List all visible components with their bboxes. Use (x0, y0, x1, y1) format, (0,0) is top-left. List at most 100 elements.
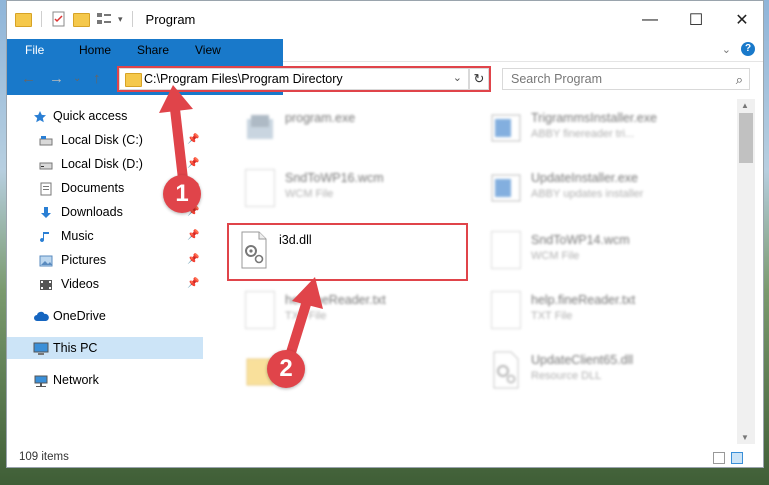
navigation-pane: Quick access Local Disk (C:) 📌 Local Dis… (7, 101, 203, 441)
dll-gear-icon (493, 351, 519, 389)
sidebar-item-label: Local Disk (C:) (61, 133, 143, 147)
pin-icon[interactable]: 📌 (187, 225, 199, 247)
documents-icon (39, 181, 53, 196)
file-type: TXT File (531, 310, 573, 322)
status-bar: 109 items (7, 447, 763, 467)
sidebar-item-music[interactable]: Music 📌 (7, 225, 203, 247)
sidebar-item-local-disk-d[interactable]: Local Disk (D:) 📌 (7, 153, 203, 175)
pictures-icon (39, 253, 53, 267)
sidebar-item-local-disk-c[interactable]: Local Disk (C:) 📌 (7, 129, 203, 151)
file-item-sndtowp14[interactable]: SndToWP14.wcm WCM File (483, 225, 723, 281)
file-item-update-installer[interactable]: UpdateInstaller.exe ABBY updates install… (483, 163, 723, 219)
file-item-program-exe[interactable]: program.exe (237, 103, 477, 159)
computer-icon (33, 341, 49, 355)
tab-home[interactable]: Home (65, 39, 125, 61)
up-arrow-icon[interactable]: ↑ (93, 70, 101, 87)
divider (131, 11, 133, 27)
close-button[interactable]: ✕ (719, 1, 763, 39)
pin-icon[interactable]: 📌 (187, 273, 199, 295)
divider (41, 11, 42, 27)
file-item-updateclient65[interactable]: UpdateClient65.dll Resource DLL (483, 345, 723, 401)
network-icon (33, 373, 48, 387)
file-item-sndtowp16[interactable]: SndToWP16.wcm WCM File (237, 163, 477, 219)
forward-arrow-icon[interactable]: → (49, 70, 64, 87)
drive-icon (39, 157, 53, 171)
document-icon (245, 169, 275, 207)
explorer-window: ▾ Program — ☐ ✕ File Home Share View ⌄ ?… (6, 0, 764, 468)
sidebar-item-network[interactable]: Network (7, 369, 203, 391)
sidebar-item-videos[interactable]: Videos 📌 (7, 273, 203, 295)
sidebar-item-label: Local Disk (D:) (61, 157, 143, 171)
step-badge-1: 1 (163, 175, 201, 213)
file-name: help.fineReader.txt (531, 293, 636, 307)
properties-icon[interactable] (51, 11, 67, 27)
file-item-helpfinereader[interactable]: helpfineReader.txt TXT File (237, 285, 477, 341)
file-name: UpdateInstaller.exe (531, 171, 639, 185)
document-icon (245, 291, 275, 329)
pin-icon[interactable]: 📌 (187, 153, 199, 175)
file-type: WCM File (531, 250, 580, 262)
back-arrow-icon[interactable]: ← (21, 70, 36, 87)
title-bar: ▾ Program — ☐ ✕ (7, 1, 763, 39)
file-highlight-box (227, 223, 468, 281)
window-title: Program (145, 11, 196, 27)
file-name: UpdateClient65.dll (531, 353, 634, 367)
file-type: WCM File (285, 188, 334, 200)
details-view-icon[interactable] (713, 452, 725, 464)
installer-icon (491, 174, 521, 202)
ribbon-right: ⌄ ? (722, 42, 755, 56)
quick-access-toolbar: ▾ Program (15, 11, 195, 27)
vertical-scrollbar[interactable]: ▲ ▼ (737, 99, 755, 444)
sidebar-item-label: Documents (61, 181, 125, 195)
pin-icon[interactable]: 📌 (187, 129, 199, 151)
sidebar-item-label: Network (53, 373, 99, 387)
new-folder-icon[interactable] (73, 13, 90, 27)
document-icon (491, 231, 521, 269)
recent-locations-chevron-icon[interactable]: ⌄ (73, 73, 81, 84)
search-input[interactable] (509, 71, 723, 87)
file-name: SndToWP16.wcm (285, 171, 384, 185)
search-box[interactable]: ⌕ (502, 68, 750, 90)
videos-icon (39, 277, 53, 291)
item-count: 109 items (19, 451, 69, 463)
pin-icon[interactable]: 📌 (187, 249, 199, 271)
search-icon[interactable]: ⌕ (736, 72, 743, 88)
file-name: TrigrammsInstaller.exe (531, 111, 657, 125)
sidebar-item-onedrive[interactable]: OneDrive (7, 305, 203, 327)
file-type: TXT File (285, 310, 327, 322)
file-type: ABBY finereader tri... (531, 128, 635, 140)
tab-share[interactable]: Share (123, 39, 183, 61)
exe-icon (247, 115, 273, 139)
sidebar-item-label: Quick access (53, 109, 128, 123)
expand-ribbon-icon[interactable]: ⌄ (722, 43, 731, 56)
file-name: SndToWP14.wcm (531, 233, 630, 247)
maximize-button[interactable]: ☐ (673, 1, 719, 39)
document-icon (491, 291, 521, 329)
file-item-help-finereader[interactable]: help.fineReader.txt TXT File (483, 285, 723, 341)
file-item-trigramms-installer[interactable]: TrigrammsInstaller.exe ABBY finereader t… (483, 103, 723, 159)
sidebar-item-label: Videos (61, 277, 99, 291)
folder-icon (15, 13, 32, 27)
music-icon (39, 229, 53, 243)
sidebar-item-label: Music (61, 229, 94, 243)
large-icons-view-icon[interactable] (731, 452, 743, 464)
scroll-up-icon[interactable]: ▲ (741, 101, 749, 110)
address-highlight-box (117, 66, 491, 92)
scroll-down-icon[interactable]: ▼ (741, 433, 749, 442)
step-badge-2: 2 (267, 350, 305, 388)
scrollbar-thumb[interactable] (739, 113, 753, 163)
drive-icon (39, 133, 53, 147)
tab-view[interactable]: View (181, 39, 235, 61)
file-name: program.exe (285, 111, 356, 125)
file-name: helpfineReader.txt (285, 293, 386, 307)
chevron-down-icon[interactable]: ▾ (118, 14, 123, 25)
help-icon[interactable]: ? (741, 42, 755, 56)
sidebar-item-this-pc[interactable]: This PC (7, 337, 203, 359)
sidebar-item-label: Downloads (61, 205, 123, 219)
sidebar-item-label: This PC (53, 341, 98, 355)
view-options-icon[interactable] (96, 11, 112, 27)
sidebar-item-quick-access[interactable]: Quick access (7, 105, 203, 127)
file-type: Resource DLL (531, 370, 602, 382)
sidebar-item-pictures[interactable]: Pictures 📌 (7, 249, 203, 271)
minimize-button[interactable]: — (627, 1, 673, 39)
